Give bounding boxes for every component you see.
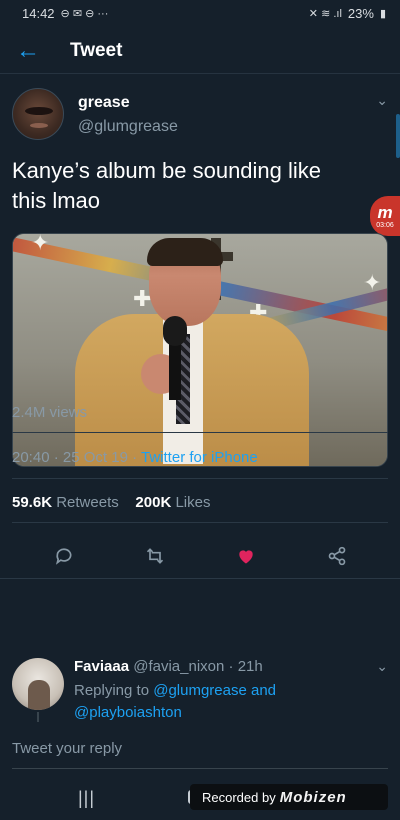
mention-link[interactable]: @playboiashton [74, 704, 182, 721]
comment-icon [55, 548, 71, 565]
signal-icons: ✕ ≋ .ıl [308, 7, 342, 20]
retweets-label: Retweets [56, 494, 119, 511]
chevron-down-icon[interactable]: ⌄ [376, 658, 388, 675]
and-label: and [251, 682, 277, 699]
status-time: 14:42 [22, 5, 55, 21]
recorder-watermark: Recorded by Mobizen [190, 784, 388, 810]
avatar[interactable] [12, 658, 64, 710]
recorded-label: Recorded by [202, 789, 276, 805]
retweets-stat[interactable]: 59.6K Retweets [12, 494, 123, 511]
replying-to-line: Replying to @glumgrease and [74, 682, 276, 699]
meta-separator: · [228, 658, 238, 675]
divider [12, 522, 388, 523]
input-underline [12, 768, 388, 769]
avatar[interactable] [12, 88, 64, 140]
reply-author-name[interactable]: Faviaaa [74, 658, 129, 675]
star-decoration: ✦ [363, 270, 382, 295]
header: ← Tweet [0, 28, 400, 74]
back-button[interactable]: ← [0, 28, 56, 74]
divider [0, 578, 400, 579]
share-icon [328, 546, 345, 566]
recents-button[interactable]: ||| [78, 788, 95, 809]
tweet-time: 20:40 [12, 449, 50, 466]
divider [12, 432, 388, 433]
divider [12, 478, 388, 479]
reply-author-line: Faviaaa @favia_nixon · 21h [74, 658, 263, 675]
meta-separator: · [132, 449, 142, 466]
reply-author-handle[interactable]: @favia_nixon [133, 658, 224, 675]
arrow-left-icon: ← [16, 36, 40, 64]
replying-to-label: Replying to [74, 682, 150, 699]
battery-icon: ▮ [379, 7, 386, 20]
recorder-timer: 03:06 [376, 221, 394, 229]
mention-link[interactable]: @glumgrease [153, 682, 247, 699]
recorder-logo: m [377, 202, 393, 222]
chevron-down-icon[interactable]: ⌄ [376, 92, 388, 109]
battery-level: 23% [347, 5, 374, 21]
tweet-source[interactable]: Twitter for iPhone [141, 449, 258, 466]
like-button[interactable] [226, 536, 266, 576]
heart-icon [238, 550, 253, 564]
retweet-button[interactable] [135, 536, 175, 576]
tweet-text: Kanye’s album be sounding like this lmao [12, 156, 372, 216]
tweet-date: 25 Oct 19 [62, 449, 128, 466]
microphone-icon [163, 316, 187, 346]
recorder-brand: Mobizen [279, 788, 347, 806]
reply-input[interactable]: Tweet your reply [12, 740, 388, 764]
share-button[interactable] [317, 536, 357, 576]
retweet-icon [146, 548, 163, 564]
notification-icons: ⊖ ✉ ⊖ ··· [60, 7, 109, 20]
page-title: Tweet [70, 39, 123, 61]
replying-to-line: @playboiashton [74, 704, 182, 721]
tweet-text-line: Kanye’s album be sounding like [12, 158, 322, 183]
star-decoration: ✦ [31, 233, 50, 255]
tweet-author[interactable]: grease @glumgrease ⌄ [12, 88, 388, 148]
tweet-text-line: this lmao [12, 188, 101, 213]
speaker-hair [147, 238, 223, 266]
recorder-badge[interactable]: m 03:06 [370, 196, 400, 236]
view-count: 2.4M views [12, 404, 88, 421]
meta-separator: · [53, 449, 63, 466]
author-handle[interactable]: @glumgrease [78, 118, 178, 136]
tweet-meta: 20:40 · 25 Oct 19 · Twitter for iPhone [12, 449, 258, 466]
author-name[interactable]: grease [78, 94, 130, 112]
retweets-count: 59.6K [12, 494, 53, 511]
likes-stat[interactable]: 200K Likes [135, 494, 210, 511]
tweet-actions [0, 534, 400, 578]
reply-button[interactable] [44, 536, 84, 576]
likes-count: 200K [135, 494, 172, 511]
likes-label: Likes [175, 494, 211, 511]
tweet-stats: 59.6K Retweets 200K Likes [12, 494, 210, 511]
thread-line [37, 712, 39, 722]
status-bar: 14:42 ⊖ ✉ ⊖ ··· ✕ ≋ .ıl 23% ▮ [0, 0, 400, 26]
microphone-handle [169, 340, 181, 400]
reply-time: 21h [237, 658, 263, 675]
reply-tweet[interactable]: Faviaaa @favia_nixon · 21h ⌄ Replying to… [0, 654, 400, 722]
scroll-indicator-top [396, 114, 400, 158]
